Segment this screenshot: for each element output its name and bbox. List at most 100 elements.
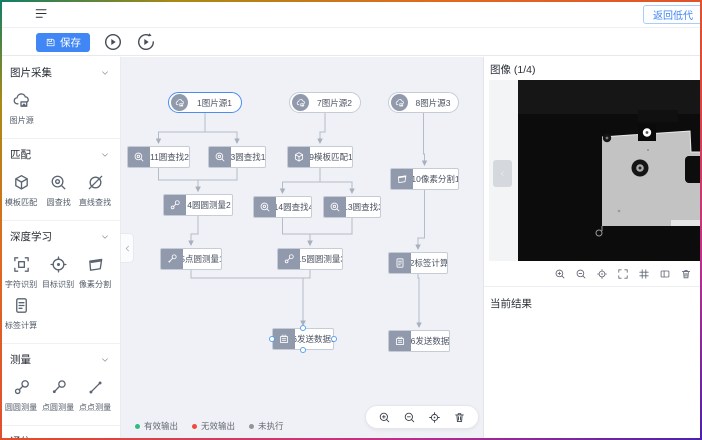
run-loop-button[interactable] [136, 32, 156, 52]
flow-node[interactable]: 13圆查找3 [323, 196, 381, 218]
node-label: 16发送数据2 [411, 331, 449, 351]
circle-circle-measure-icon [164, 195, 186, 215]
sidebar-sections: 图片采集 图片源 匹配 模板匹配圆查找直线查找 深度学习 字符识别目标识别像素分… [0, 57, 120, 440]
back-to-lowcode-button[interactable]: 返回低代 [643, 5, 702, 24]
sidebar-item[interactable]: 图片源 [3, 91, 40, 126]
flow-node[interactable]: 8图片源3 [388, 92, 459, 113]
play-icon [103, 32, 123, 52]
flow-node[interactable]: 10像素分割1 [390, 168, 459, 190]
pixel-segment-icon [396, 173, 408, 185]
flow-node[interactable]: 7图片源2 [289, 92, 361, 113]
flow-node[interactable]: 6发送数据1 [272, 328, 334, 350]
run-button[interactable] [103, 32, 123, 52]
sidebar-item[interactable]: 直线查找 [77, 173, 114, 208]
zoom-in-button[interactable] [554, 268, 566, 280]
flow-node[interactable]: 16发送数据2 [388, 330, 450, 352]
section-title: 测量 [10, 352, 31, 367]
sidebar-item-label: 目标识别 [42, 278, 74, 289]
send-data-icon [394, 335, 406, 347]
label-calc-icon [12, 296, 31, 315]
panel-collapse-handle[interactable] [121, 233, 134, 263]
sidebar-section: 图片采集 图片源 [0, 57, 120, 139]
sidebar-item[interactable]: 标签计算 [3, 296, 40, 331]
circle-find-icon [133, 151, 145, 163]
target-icon [49, 255, 68, 274]
section-header[interactable]: 通信 [0, 426, 120, 440]
flow-node[interactable]: 3圆查找1 [208, 146, 266, 168]
flow-toolbar: 保存 [0, 29, 702, 56]
sidebar-item[interactable]: 字符识别 [3, 255, 40, 290]
sidebar-item[interactable]: 圆圆测量 [3, 378, 40, 413]
flow-node[interactable]: 4圆圆测量2 [163, 194, 233, 216]
legend-label: 有效输出 [144, 420, 178, 432]
node-label: 6发送数据1 [295, 329, 333, 349]
legend-label: 未执行 [258, 420, 284, 432]
connection-handle[interactable] [331, 336, 337, 342]
node-label: 8图片源3 [408, 97, 458, 109]
fullscreen-button[interactable] [617, 268, 629, 280]
inspection-image [518, 80, 702, 261]
section-header[interactable]: 图片采集 [0, 57, 120, 84]
section-header[interactable]: 匹配 [0, 139, 120, 166]
send-data-icon [389, 331, 411, 351]
app-header: 返回低代 [0, 0, 702, 28]
section-header[interactable]: 深度学习 [0, 221, 120, 248]
send-data-icon [273, 329, 295, 349]
node-label: 7图片源2 [309, 97, 360, 109]
node-label: 13圆查找3 [346, 197, 380, 217]
flow-node[interactable]: 14圆查找4 [253, 196, 312, 218]
save-button[interactable]: 保存 [36, 33, 90, 52]
trash-icon [453, 411, 466, 424]
circle-find-icon [324, 197, 346, 217]
label-calc-icon [394, 257, 406, 269]
circle-find-icon [49, 173, 68, 192]
connection-handle[interactable] [300, 347, 306, 353]
sidebar-item[interactable]: 像素分割 [77, 255, 114, 290]
grid-button[interactable] [638, 268, 650, 280]
flow-node[interactable]: 5点圆测量1 [160, 248, 222, 270]
prev-image-button[interactable] [493, 160, 512, 187]
flow-node[interactable]: 9模板匹配1 [287, 146, 353, 168]
sidebar-item[interactable]: 圆查找 [40, 173, 77, 208]
locate-button[interactable] [596, 268, 608, 280]
flow-node[interactable]: 11圆查找2 [127, 146, 190, 168]
zoom-in-icon [378, 411, 391, 424]
image-source-icon [292, 94, 309, 111]
connection-handle[interactable] [300, 325, 306, 331]
flow-node[interactable]: 12标签计算1 [388, 252, 448, 274]
image-source-icon [395, 98, 405, 108]
sidebar-item[interactable]: 目标识别 [40, 255, 77, 290]
flow-node[interactable]: 1图片源1 [168, 92, 242, 113]
fit-button[interactable] [659, 268, 671, 280]
node-label: 12标签计算1 [411, 253, 447, 273]
legend-dot [249, 424, 254, 429]
locate-icon [428, 411, 441, 424]
menu-icon[interactable] [34, 6, 49, 21]
current-result-title: 当前结果 [484, 287, 702, 320]
section-title: 图片采集 [10, 65, 52, 80]
section-title: 深度学习 [10, 229, 52, 244]
zoom-out-button[interactable] [403, 411, 416, 424]
flow-canvas[interactable]: 1图片源1 7图片源2 8图片源3 11圆查找2 3圆查找1 9模板匹配1 10像素分割1 4… [121, 57, 483, 440]
legend-item: 有效输出 [135, 420, 178, 432]
sidebar-item[interactable]: 点点测量 [77, 378, 114, 413]
template-match-icon [293, 151, 305, 163]
app-window: 返回低代 保存 图片采集 图片源 匹配 模板匹配圆查找直线查找 深度学习 字符识 [0, 0, 702, 440]
grid-icon [638, 268, 650, 280]
save-icon [45, 37, 56, 48]
circle-circle-measure-icon [278, 249, 300, 269]
node-label: 11圆查找2 [150, 147, 189, 167]
zoom-in-button[interactable] [378, 411, 391, 424]
sidebar-item[interactable]: 模板匹配 [3, 173, 40, 208]
section-header[interactable]: 测量 [0, 344, 120, 371]
viewer-nav-strip [489, 80, 518, 261]
locate-button[interactable] [428, 411, 441, 424]
circle-circle-measure-icon [169, 199, 181, 211]
trash-button[interactable] [453, 411, 466, 424]
sidebar-item[interactable]: 点圆测量 [40, 378, 77, 413]
ocr-icon [12, 255, 31, 274]
zoom-out-button[interactable] [575, 268, 587, 280]
connection-handle[interactable] [269, 336, 275, 342]
trash-button[interactable] [680, 268, 692, 280]
flow-node[interactable]: 15圆圆测量3 [277, 248, 343, 270]
